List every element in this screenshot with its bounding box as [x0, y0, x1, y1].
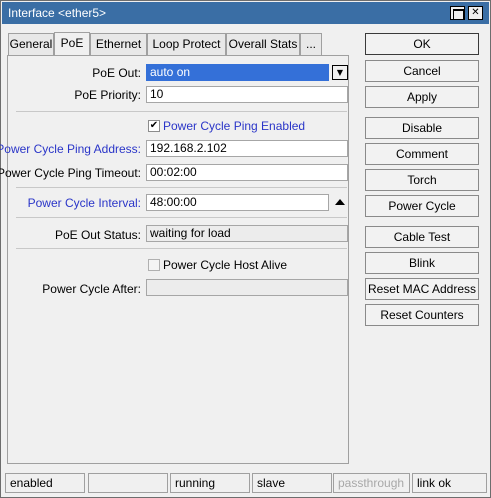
- status-passthrough: passthrough: [333, 473, 410, 493]
- power-cycle-interval-input[interactable]: 48:00:00: [146, 194, 329, 211]
- poe-out-status-value: waiting for load: [146, 225, 348, 242]
- reset-counters-button[interactable]: Reset Counters: [365, 304, 479, 326]
- poe-out-label: PoE Out:: [92, 66, 141, 80]
- power-cycle-ping-address-input[interactable]: 192.168.2.102: [146, 140, 348, 157]
- separator: [16, 217, 347, 218]
- power-cycle-button[interactable]: Power Cycle: [365, 195, 479, 217]
- power-cycle-host-alive-checkbox[interactable]: [148, 259, 160, 271]
- power-cycle-after-value: [146, 279, 348, 296]
- status-link: link ok: [412, 473, 487, 493]
- tab-ethernet[interactable]: Ethernet: [90, 33, 147, 55]
- power-cycle-host-alive-label: Power Cycle Host Alive: [163, 258, 288, 272]
- power-cycle-ping-address-label: Power Cycle Ping Address:: [0, 142, 141, 156]
- torch-button[interactable]: Torch: [365, 169, 479, 191]
- comment-button[interactable]: Comment: [365, 143, 479, 165]
- apply-button[interactable]: Apply: [365, 86, 479, 108]
- poe-out-status-label: PoE Out Status:: [54, 228, 141, 242]
- blink-button[interactable]: Blink: [365, 252, 479, 274]
- maximize-icon[interactable]: [450, 6, 465, 20]
- dropdown-icon[interactable]: ▼: [332, 65, 348, 80]
- up-triangle-icon[interactable]: [335, 199, 345, 205]
- cable-test-button[interactable]: Cable Test: [365, 226, 479, 248]
- interface-window: Interface <ether5> ✕ General PoE Etherne…: [0, 0, 491, 498]
- close-icon[interactable]: ✕: [468, 6, 483, 20]
- title-bar: Interface <ether5> ✕: [2, 2, 489, 24]
- tab-poe[interactable]: PoE: [54, 32, 90, 55]
- tab-general[interactable]: General: [8, 33, 54, 55]
- power-cycle-after-label: Power Cycle After:: [42, 282, 141, 296]
- poe-panel: PoE Out: auto on ▼ PoE Priority: 10 ✔ Po…: [0, 55, 349, 464]
- tab-more[interactable]: ...: [300, 33, 322, 55]
- poe-out-select[interactable]: auto on: [146, 64, 329, 81]
- power-cycle-ping-timeout-input[interactable]: 00:02:00: [146, 164, 348, 181]
- tab-overall-stats[interactable]: Overall Stats: [226, 33, 300, 55]
- cancel-button[interactable]: Cancel: [365, 60, 479, 82]
- tab-loop-protect[interactable]: Loop Protect: [147, 33, 226, 55]
- reset-mac-address-button[interactable]: Reset MAC Address: [365, 278, 479, 300]
- separator: [16, 111, 347, 112]
- window-title: Interface <ether5>: [8, 6, 107, 20]
- status-empty: [88, 473, 168, 493]
- status-enabled: enabled: [5, 473, 85, 493]
- power-cycle-ping-timeout-label: Power Cycle Ping Timeout:: [0, 166, 141, 180]
- status-running: running: [170, 473, 250, 493]
- power-cycle-ping-enabled-label: Power Cycle Ping Enabled: [163, 119, 306, 133]
- power-cycle-ping-enabled-checkbox[interactable]: ✔: [148, 120, 160, 132]
- disable-button[interactable]: Disable: [365, 117, 479, 139]
- power-cycle-interval-label: Power Cycle Interval:: [27, 196, 141, 210]
- separator: [16, 248, 347, 249]
- separator: [16, 187, 347, 188]
- poe-priority-label: PoE Priority:: [74, 88, 141, 102]
- ok-button[interactable]: OK: [365, 33, 479, 55]
- poe-priority-input[interactable]: 10: [146, 86, 348, 103]
- status-slave: slave: [252, 473, 332, 493]
